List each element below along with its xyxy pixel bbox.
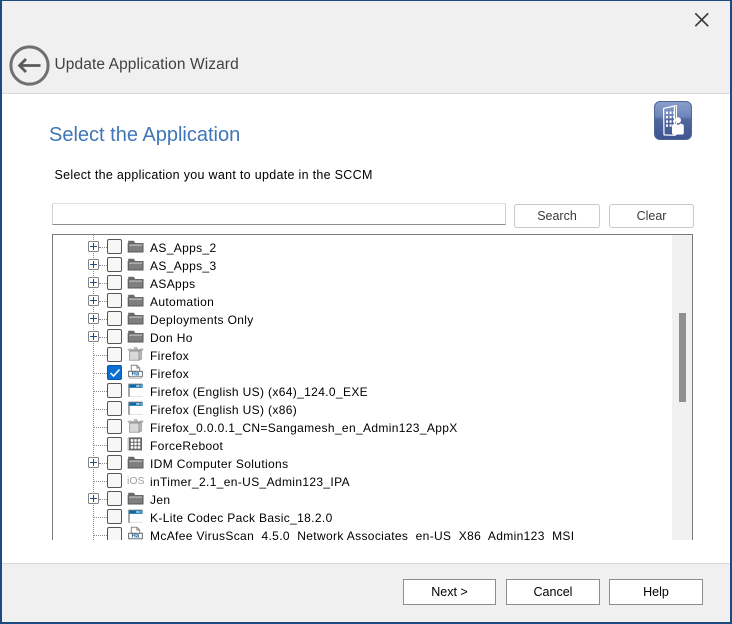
svg-text:Ha: Ha: [132, 372, 140, 378]
svg-text:iOS: iOS: [127, 475, 145, 487]
svg-text:Ha: Ha: [132, 534, 140, 540]
